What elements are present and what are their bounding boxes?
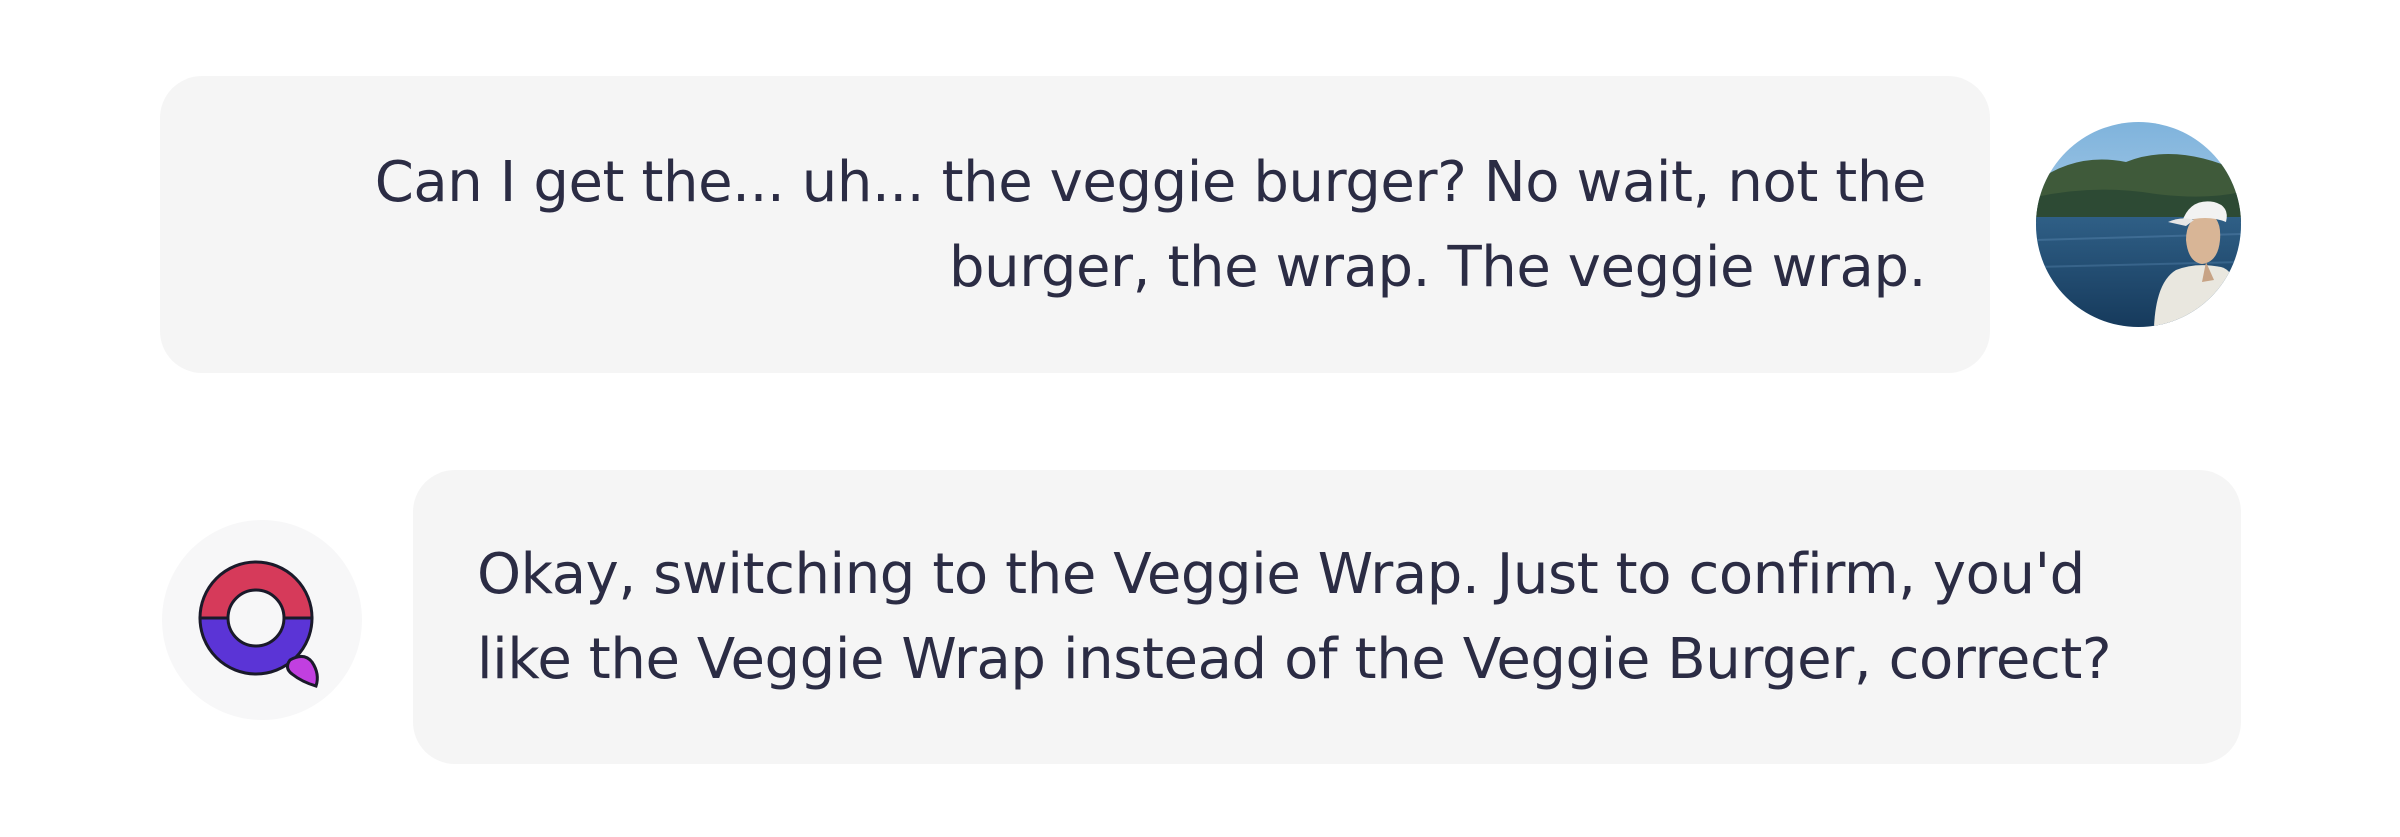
assistant-message-bubble: Okay, switching to the Veggie Wrap. Just… xyxy=(413,470,2241,764)
user-avatar xyxy=(2036,122,2241,327)
assistant-message-text: Okay, switching to the Veggie Wrap. Just… xyxy=(477,542,2112,692)
assistant-avatar xyxy=(162,520,362,720)
user-message-bubble: Can I get the... uh... the veggie burger… xyxy=(160,76,1990,373)
user-photo-avatar xyxy=(2036,122,2241,327)
assistant-q-logo-icon xyxy=(198,560,319,688)
user-message-text: Can I get the... uh... the veggie burger… xyxy=(374,149,1927,300)
chat-transcript: Can I get the... uh... the veggie burger… xyxy=(0,0,2400,837)
